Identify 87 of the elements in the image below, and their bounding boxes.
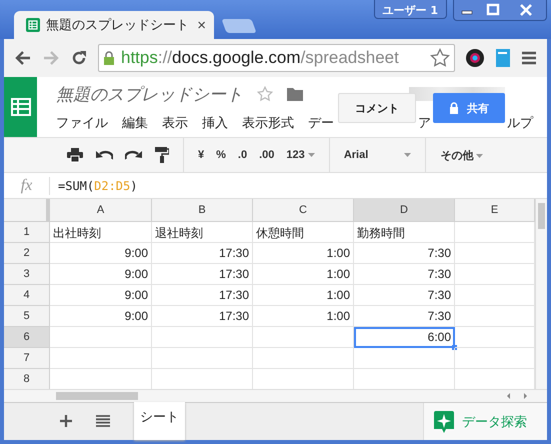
row-header[interactable]: 7	[4, 348, 50, 369]
spreadsheet-icon	[10, 98, 30, 116]
sheet-tab[interactable]: シート	[134, 402, 185, 440]
sheets-logo[interactable]	[4, 77, 37, 137]
star-icon[interactable]	[430, 48, 450, 68]
menu-item[interactable]: 挿入	[202, 114, 228, 132]
lock-icon	[449, 102, 459, 114]
lock-icon	[103, 50, 115, 66]
address-bar[interactable]: https://docs.google.com/spreadsheet	[98, 44, 455, 72]
column-header[interactable]: A	[50, 199, 152, 222]
column-header[interactable]: E	[455, 199, 535, 222]
column-header[interactable]: D	[354, 199, 455, 222]
more-dropdown[interactable]: その他	[440, 148, 484, 162]
column-header[interactable]: B	[152, 199, 253, 222]
currency-format-button[interactable]: ¥	[198, 149, 204, 161]
table-cell: 6:00	[354, 327, 455, 348]
table-cell: 17:30	[152, 306, 253, 327]
row-header[interactable]: 4	[4, 285, 50, 306]
document-title[interactable]: 無題のスプレッドシート	[56, 82, 243, 106]
menu-item[interactable]: デー	[308, 114, 334, 132]
folder-icon[interactable]	[287, 87, 303, 101]
caret-icon	[476, 154, 484, 158]
browser-tab[interactable]: 無題のスプレッドシート ×	[14, 11, 214, 40]
row-header[interactable]: 3	[4, 264, 50, 285]
table-cell: 7:30	[354, 243, 455, 264]
table-cell: 9:00	[50, 243, 152, 264]
horizontal-scrollbar[interactable]	[4, 389, 547, 402]
user-button[interactable]: ユーザー 1	[374, 0, 447, 19]
close-tab-button[interactable]: ×	[197, 16, 206, 34]
print-icon[interactable]	[67, 148, 83, 162]
menu-icon[interactable]	[521, 50, 537, 66]
table-cell: 17:30	[152, 243, 253, 264]
menu-item[interactable]: 編集	[122, 114, 148, 132]
menu-item[interactable]: ルプ	[507, 114, 533, 132]
table-cell: 17:30	[152, 264, 253, 285]
table-cell: 7:30	[354, 306, 455, 327]
redo-icon[interactable]	[125, 149, 143, 161]
formula-input[interactable]: =SUM(D2:D5)	[50, 178, 138, 192]
menu-item[interactable]: ア	[418, 114, 431, 132]
explore-icon[interactable]	[434, 410, 454, 432]
comment-button[interactable]: コメント	[338, 93, 416, 123]
table-cell: 9:00	[50, 306, 152, 327]
function-label: fx	[4, 176, 50, 194]
menu-item[interactable]: ファイル	[56, 114, 108, 132]
add-sheet-icon[interactable]	[60, 415, 72, 427]
table-cell: 勤務時間	[354, 222, 455, 243]
star-icon[interactable]	[257, 86, 273, 102]
table-cell: 1:00	[253, 306, 354, 327]
table-cell: 9:00	[50, 264, 152, 285]
row-header[interactable]: 6	[4, 327, 50, 348]
table-cell: 7:30	[354, 285, 455, 306]
scroll-arrows-icon[interactable]	[507, 393, 527, 399]
column-header[interactable]: C	[253, 199, 354, 222]
menu-item[interactable]: 表示形式	[242, 114, 294, 132]
sheet-list-icon[interactable]	[96, 415, 110, 427]
undo-icon[interactable]	[95, 149, 113, 161]
table-cell: 1:00	[253, 285, 354, 306]
row-header[interactable]: 1	[4, 222, 50, 243]
table-cell: 7:30	[354, 264, 455, 285]
table-cell: 1:00	[253, 264, 354, 285]
row-header[interactable]: 8	[4, 369, 50, 389]
paint-roller-icon[interactable]	[155, 147, 169, 163]
table-cell: 出社時刻	[50, 222, 152, 243]
increase-decimal-button[interactable]: .00	[259, 149, 274, 161]
spreadsheet-icon	[26, 18, 40, 32]
new-tab-button[interactable]	[221, 19, 257, 34]
vertical-scrollbar[interactable]	[535, 199, 547, 389]
number-format-dropdown[interactable]: 123	[286, 149, 315, 161]
percent-format-button[interactable]: %	[216, 149, 226, 161]
table-cell: 17:30	[152, 285, 253, 306]
table-cell: 休憩時間	[253, 222, 354, 243]
tab-title: 無題のスプレッドシート	[46, 16, 190, 34]
table-cell: 退社時刻	[152, 222, 253, 243]
url-text: https://docs.google.com/spreadsheet	[121, 48, 400, 68]
row-header[interactable]: 2	[4, 243, 50, 264]
table-cell: 1:00	[253, 243, 354, 264]
row-header[interactable]: 5	[4, 306, 50, 327]
share-button[interactable]: 共有	[433, 93, 505, 123]
font-dropdown[interactable]: Arial	[344, 149, 412, 161]
caret-icon	[404, 153, 412, 157]
camera-lens-icon[interactable]	[465, 48, 485, 68]
caret-icon	[308, 153, 315, 158]
menu-item[interactable]: 表示	[162, 114, 188, 132]
book-icon[interactable]	[495, 48, 511, 68]
decrease-decimal-button[interactable]: .0	[238, 149, 248, 161]
table-cell: 9:00	[50, 285, 152, 306]
back-icon[interactable]	[14, 49, 32, 68]
